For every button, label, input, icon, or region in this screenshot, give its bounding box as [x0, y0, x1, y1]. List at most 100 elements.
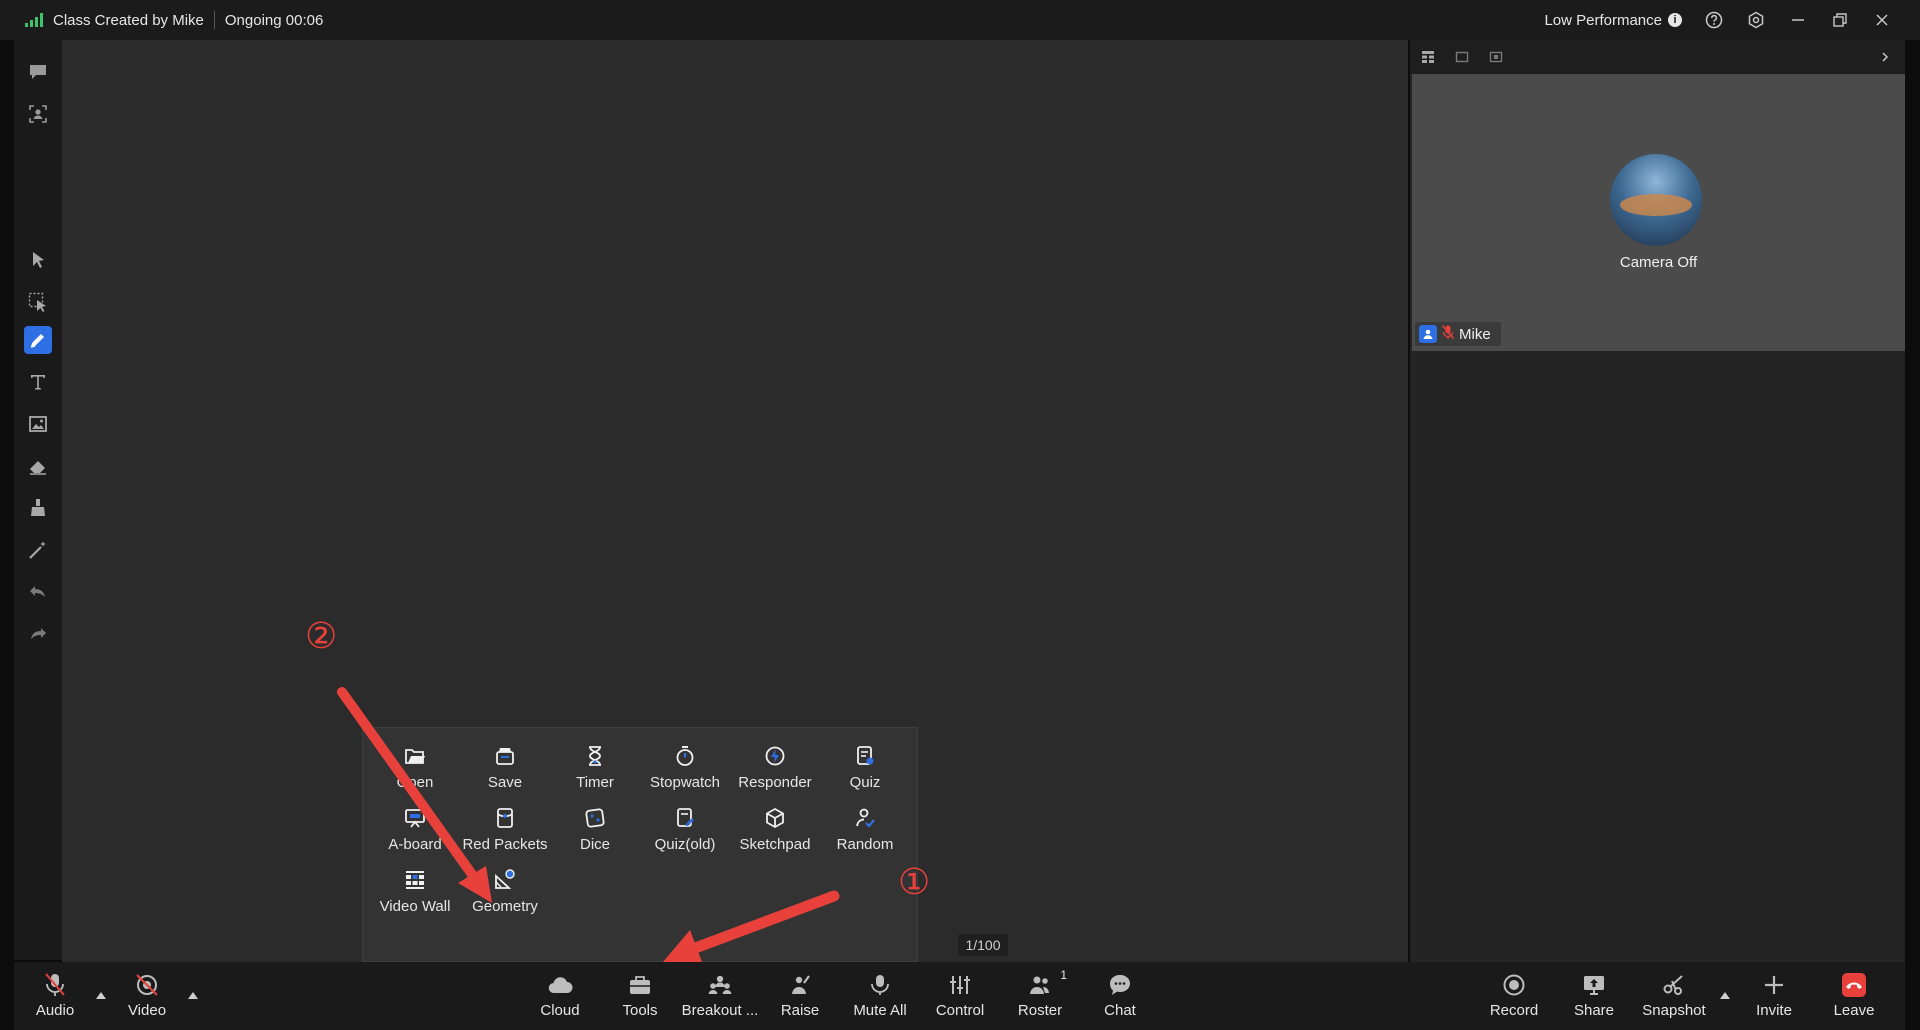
text-tool-icon[interactable] [24, 368, 52, 396]
tool-sketchpad[interactable]: Sketchpad [729, 790, 821, 853]
video-layout-bar [1410, 40, 1905, 74]
dice-icon [582, 806, 608, 830]
face-frame-icon[interactable] [24, 100, 52, 128]
participant-name-tag: Mike [1415, 322, 1501, 346]
quiz-old-icon [672, 806, 698, 830]
record-button[interactable]: Record [1479, 972, 1549, 1024]
stopwatch-icon [672, 744, 698, 768]
hourglass-icon [582, 744, 608, 768]
scissors-icon [1661, 972, 1687, 998]
camera-off-label: Camera Off [1619, 254, 1698, 271]
record-icon [1501, 972, 1527, 998]
title-separator [213, 11, 215, 29]
audio-options-caret[interactable] [96, 992, 106, 999]
undo-icon[interactable] [24, 578, 52, 606]
pen-icon[interactable] [24, 326, 52, 354]
hang-up-icon [1841, 972, 1867, 998]
sliders-icon [947, 972, 973, 998]
class-title: Class Created by Mike [53, 11, 204, 29]
performance-label: Low Performance [1544, 11, 1662, 29]
red-packets-icon [492, 806, 518, 830]
audio-button[interactable]: Audio [20, 972, 90, 1024]
breakout-groups-icon [707, 972, 733, 998]
user-icon [1419, 325, 1437, 343]
tool-open[interactable]: Open [369, 728, 461, 791]
chat-icon [1107, 972, 1133, 998]
invite-button[interactable]: Invite [1739, 972, 1809, 1024]
video-options-caret[interactable] [188, 992, 198, 999]
select-area-icon[interactable] [24, 288, 52, 316]
video-panel: Camera Off Mike [1410, 40, 1905, 962]
geometry-icon [492, 868, 518, 892]
participant-name: Mike [1459, 325, 1491, 343]
eraser-icon[interactable] [24, 452, 52, 480]
video-wall-icon [402, 868, 428, 892]
magic-wand-icon[interactable] [24, 536, 52, 564]
performance-indicator[interactable]: Low Performance i [1544, 12, 1682, 29]
avatar [1610, 154, 1702, 246]
roster-count: 1 [1060, 968, 1067, 982]
app-window: Class Created by Mike Ongoing 00:06 Low … [0, 0, 1920, 1030]
help-icon[interactable] [1704, 10, 1724, 30]
snapshot-button[interactable]: Snapshot [1639, 972, 1709, 1024]
tool-dice[interactable]: Dice [549, 790, 641, 853]
roster-button[interactable]: Roster 1 [1005, 968, 1075, 1024]
mic-muted-icon [42, 972, 68, 998]
responder-icon [762, 744, 788, 768]
tool-save[interactable]: Save [459, 728, 551, 791]
tool-random[interactable]: Random [819, 790, 911, 853]
participant-video-tile[interactable]: Camera Off Mike [1412, 74, 1905, 351]
close-icon[interactable] [1872, 10, 1892, 30]
plus-icon [1761, 972, 1787, 998]
image-tool-icon[interactable] [24, 410, 52, 438]
annotation-marker-1: ① [898, 862, 931, 903]
camera-off-icon [134, 972, 160, 998]
info-icon: i [1668, 13, 1682, 27]
chat-bubble-icon[interactable] [24, 58, 52, 86]
grid-layout-icon[interactable] [1420, 49, 1436, 65]
restore-icon[interactable] [1830, 10, 1850, 30]
tool-timer[interactable]: Timer [549, 728, 641, 791]
sketchpad-icon [762, 806, 788, 830]
tool-responder[interactable]: Responder [729, 728, 821, 791]
folder-open-icon [402, 744, 428, 768]
quiz-icon [852, 744, 878, 768]
popout-layout-icon[interactable] [1488, 49, 1504, 65]
share-screen-icon [1581, 972, 1607, 998]
redo-icon[interactable] [24, 620, 52, 648]
whiteboard-toolbar [14, 40, 62, 960]
clear-broom-icon[interactable] [24, 494, 52, 522]
chevron-right-icon[interactable] [1877, 49, 1893, 65]
tool-red-packets[interactable]: Red Packets [459, 790, 551, 853]
tool-video-wall[interactable]: Video Wall [369, 852, 461, 915]
cloud-button[interactable]: Cloud [525, 972, 595, 1024]
speaker-layout-icon[interactable] [1454, 49, 1470, 65]
raise-hand-button[interactable]: Raise [765, 972, 835, 1024]
tool-geometry[interactable]: Geometry [459, 852, 551, 915]
raise-hand-icon [787, 972, 813, 998]
random-icon [852, 806, 878, 830]
title-bar-controls: Low Performance i [1544, 0, 1892, 40]
tool-quiz-old[interactable]: Quiz(old) [639, 790, 731, 853]
leave-button[interactable]: Leave [1819, 972, 1889, 1024]
tools-button[interactable]: Tools [605, 972, 675, 1024]
mic-muted-icon [1441, 324, 1455, 344]
tool-stopwatch[interactable]: Stopwatch [639, 728, 731, 791]
tool-quiz[interactable]: Quiz [819, 728, 911, 791]
signal-strength-icon [25, 13, 43, 27]
chat-button[interactable]: Chat [1085, 972, 1155, 1024]
snapshot-options-caret[interactable] [1720, 992, 1730, 999]
tool-a-board[interactable]: A-board [369, 790, 461, 853]
title-bar: Class Created by Mike Ongoing 00:06 Low … [0, 0, 1920, 40]
annotation-marker-2: ② [305, 616, 338, 657]
settings-icon[interactable] [1746, 10, 1766, 30]
pointer-icon[interactable] [24, 246, 52, 274]
control-button[interactable]: Control [925, 972, 995, 1024]
video-button[interactable]: Video [112, 972, 182, 1024]
share-button[interactable]: Share [1559, 972, 1629, 1024]
class-status: Ongoing 00:06 [224, 11, 324, 29]
breakout-button[interactable]: Breakout ... [682, 972, 758, 1024]
minimize-icon[interactable] [1788, 10, 1808, 30]
mute-all-button[interactable]: Mute All [845, 972, 915, 1024]
a-board-icon [402, 806, 428, 830]
